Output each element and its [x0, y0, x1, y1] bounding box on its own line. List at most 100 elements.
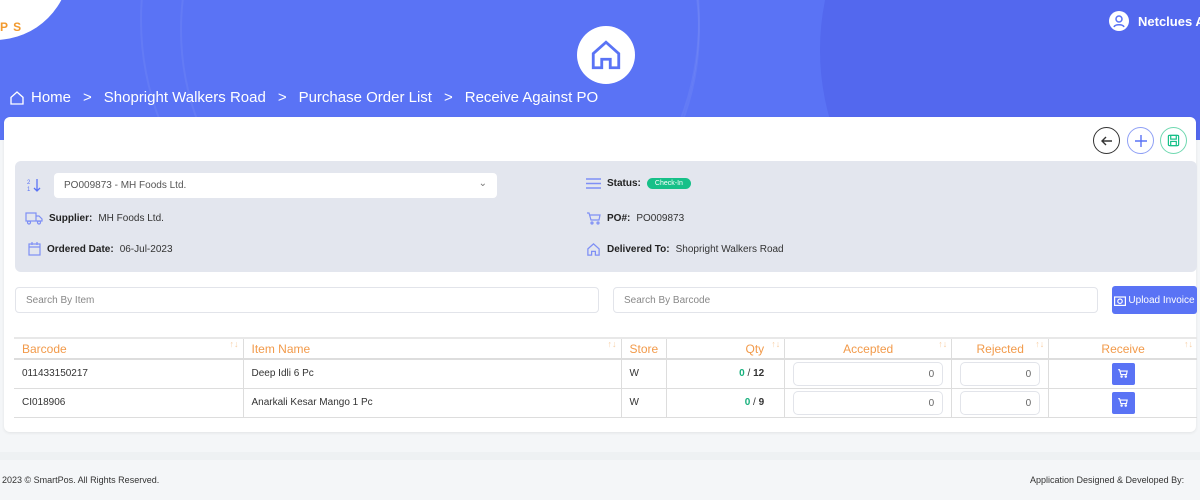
sort-icon[interactable]: ↑↓	[230, 339, 239, 349]
sort-numeric-icon: 21	[27, 179, 41, 193]
breadcrumb-store[interactable]: Shopright Walkers Road	[104, 89, 266, 106]
receive-cell	[1048, 388, 1197, 418]
qty-cell: 0 / 12	[666, 359, 785, 389]
header-label: Barcode	[22, 341, 67, 356]
search-item-input[interactable]: Search By Item	[15, 287, 599, 313]
home-icon	[591, 40, 621, 70]
accepted-cell: 0	[784, 359, 952, 389]
qty-cell: 0 / 9	[666, 388, 785, 418]
barcode-cell: 011433150217	[14, 359, 243, 389]
ordered-date-label: Ordered Date:	[47, 243, 114, 255]
store-cell: W	[620, 359, 667, 389]
rejected-input[interactable]: 0	[960, 361, 1041, 386]
camera-icon	[1114, 295, 1127, 306]
column-header-rejected[interactable]: Rejected ↑↓	[951, 337, 1049, 360]
sort-icon[interactable]: ↑↓	[938, 339, 947, 349]
delivered-to-value: Shopright Walkers Road	[675, 244, 784, 255]
sort-icon[interactable]: ↑↓	[608, 339, 617, 349]
calendar-icon	[28, 242, 41, 256]
footer-copyright: 2023 © SmartPos. All Rights Reserved.	[2, 475, 160, 485]
breadcrumb-home[interactable]: Home	[31, 89, 71, 106]
back-button[interactable]	[1093, 127, 1120, 154]
truck-icon	[25, 212, 43, 225]
header-label: Rejected	[976, 341, 1024, 356]
column-header-item-name[interactable]: Item Name ↑↓	[242, 337, 621, 360]
status-info: Status: Check-In	[586, 177, 691, 190]
po-number-label: PO#:	[607, 213, 631, 224]
app-logo[interactable]: P S	[0, 20, 22, 34]
user-menu[interactable]: Netclues A	[1109, 11, 1200, 31]
save-icon	[1167, 134, 1180, 147]
table-row: CI018906 Anarkali Kesar Mango 1 Pc W 0 /…	[14, 388, 1197, 418]
rejected-cell: 0	[951, 388, 1049, 418]
header-label: Item Name	[251, 341, 311, 356]
footer-credit: Application Designed & Developed By:	[1030, 475, 1185, 485]
rejected-input[interactable]: 0	[960, 390, 1041, 415]
accepted-input[interactable]: 0	[793, 361, 944, 386]
column-header-qty[interactable]: Qty ↑↓	[666, 337, 785, 360]
receive-cell	[1048, 359, 1197, 389]
user-name: Netclues A	[1138, 13, 1200, 29]
column-header-store[interactable]: Store	[620, 337, 667, 360]
sort-icon[interactable]: ↑↓	[771, 339, 780, 349]
plus-icon	[1134, 134, 1147, 147]
receive-button[interactable]	[1111, 391, 1135, 414]
received-qty: 0	[744, 397, 751, 408]
ordered-qty: 12	[753, 368, 765, 380]
breadcrumb-current: Receive Against PO	[464, 89, 599, 106]
home-icon	[10, 90, 24, 105]
store-cell: W	[620, 388, 667, 418]
accepted-input[interactable]: 0	[793, 390, 944, 415]
receive-button[interactable]	[1111, 362, 1135, 385]
table-row: 011433150217 Deep Idli 6 Pc W 0 / 12 0 0	[14, 359, 1197, 389]
rejected-cell: 0	[951, 359, 1049, 389]
supplier-label: Supplier:	[49, 212, 93, 224]
ordered-date-info: Ordered Date: 06-Jul-2023	[28, 242, 173, 256]
sort-icon[interactable]: ↑↓	[1184, 339, 1193, 349]
po-select[interactable]: PO009873 - MH Foods Ltd. ⌄	[54, 173, 497, 198]
cart-icon	[1118, 398, 1128, 407]
chevron-down-icon: ⌄	[478, 178, 487, 189]
po-select-value: PO009873 - MH Foods Ltd.	[64, 180, 187, 191]
menu-icon	[586, 178, 601, 189]
user-icon	[1109, 11, 1129, 31]
sort-icon[interactable]: ↑↓	[1035, 339, 1044, 349]
cart-icon	[587, 212, 601, 225]
search-barcode-input[interactable]: Search By Barcode	[613, 287, 1098, 313]
po-items-table: Barcode ↑↓ Item Name ↑↓ Store Qty ↑↓ Accept…	[14, 337, 1197, 418]
received-qty: 0	[739, 368, 745, 380]
add-button[interactable]	[1127, 127, 1154, 154]
delivered-to-label: Delivered To:	[607, 244, 670, 255]
column-header-receive[interactable]: Receive ↑↓	[1048, 337, 1197, 360]
header-label: Receive	[1101, 341, 1145, 356]
item-name-cell: Deep Idli 6 Pc	[242, 359, 621, 389]
header-label: Accepted	[843, 341, 894, 356]
ordered-date-value: 06-Jul-2023	[119, 243, 173, 255]
svg-text:1: 1	[27, 187, 31, 193]
header-label: Qty	[745, 341, 765, 356]
delivered-to-info: Delivered To: Shopright Walkers Road	[586, 242, 784, 257]
breadcrumb-separator: >	[83, 89, 92, 106]
barcode-cell: CI018906	[14, 388, 243, 418]
ordered-qty: 9	[758, 397, 765, 408]
breadcrumb-po-list[interactable]: Purchase Order List	[299, 89, 432, 106]
supplier-info: Supplier: MH Foods Ltd.	[25, 211, 164, 225]
item-name-cell: Anarkali Kesar Mango 1 Pc	[242, 388, 621, 418]
save-button[interactable]	[1160, 127, 1187, 154]
po-number-info: PO#: PO009873	[587, 212, 684, 225]
upload-invoice-label: Upload Invoice	[1128, 294, 1195, 306]
column-header-accepted[interactable]: Accepted ↑↓	[784, 337, 952, 360]
po-number-value: PO009873	[636, 213, 685, 224]
arrow-left-icon	[1100, 136, 1112, 145]
breadcrumb: Home > Shopright Walkers Road > Purchase O…	[9, 89, 598, 106]
breadcrumb-separator: >	[443, 89, 453, 106]
status-label: Status:	[607, 178, 641, 189]
column-header-barcode[interactable]: Barcode ↑↓	[14, 337, 243, 360]
home-icon	[587, 243, 600, 256]
supplier-value: MH Foods Ltd.	[98, 212, 164, 224]
footer-divider	[0, 452, 1200, 460]
home-button[interactable]	[577, 26, 635, 84]
upload-invoice-button[interactable]: Upload Invoice	[1112, 286, 1197, 314]
cart-icon	[1118, 369, 1128, 379]
breadcrumb-separator: >	[277, 89, 287, 106]
